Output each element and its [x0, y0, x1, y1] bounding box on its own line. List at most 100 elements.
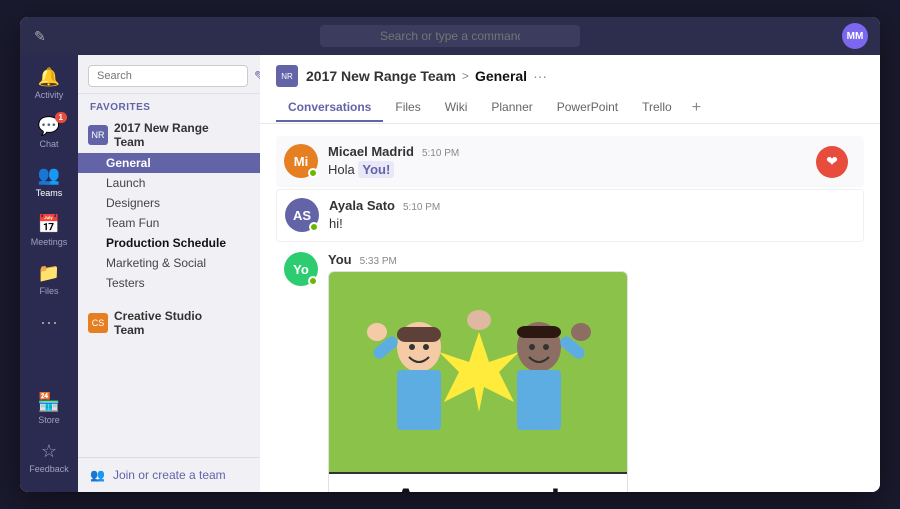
compose-icon[interactable]: ✎ — [34, 28, 46, 45]
chat-badge: 1 — [55, 112, 67, 123]
store-icon: 🏪 — [38, 392, 60, 413]
rail-item-store[interactable]: 🏪 Store — [25, 386, 73, 431]
message-group-1: Mi Micael Madrid 5:10 PM Hola You! — [276, 136, 864, 187]
sidebar: ✎ Favorites NR 2017 New Range Team ··· G… — [78, 55, 260, 492]
rail-label-feedback: Feedback — [29, 464, 69, 474]
rail-item-files[interactable]: 📁 Files — [25, 257, 73, 302]
message-group-3: Yo You 5:33 PM — [276, 244, 864, 492]
rail-label-meetings: Meetings — [31, 237, 68, 247]
channel-list: General Launch Designers Team Fun Produc… — [78, 153, 260, 293]
rail-label-chat: Chat — [39, 139, 58, 149]
message-time-2: 5:10 PM — [403, 202, 440, 213]
channel-item-testers[interactable]: Testers — [78, 273, 260, 293]
message-content-2: Ayala Sato 5:10 PM hi! — [329, 198, 440, 233]
rail-label-store: Store — [38, 415, 60, 425]
message-time-3: 5:33 PM — [360, 256, 397, 267]
breadcrumb-channel-name: General — [475, 68, 527, 84]
rail-item-meetings[interactable]: 📅 Meetings — [25, 208, 73, 253]
rail-item-more[interactable]: ··· — [25, 306, 73, 339]
reaction-button-1[interactable]: ❤ — [816, 146, 848, 178]
files-icon: 📁 — [38, 263, 60, 284]
channel-item-teamfun[interactable]: Team Fun — [78, 213, 260, 233]
main-content: 🔔 Activity 1 💬 Chat 👥 Teams 📅 Meetings 📁… — [20, 55, 880, 492]
meme-container: Awesome! — [328, 271, 628, 492]
message-text-1: Hola You! — [328, 161, 459, 179]
team-item-new-range[interactable]: NR 2017 New Range Team ··· — [78, 117, 260, 153]
sidebar-header: ✎ — [78, 55, 260, 94]
chat-messages: Mi Micael Madrid 5:10 PM Hola You! — [260, 124, 880, 492]
message-author-2: Ayala Sato — [329, 198, 395, 213]
meme-svg — [329, 272, 628, 472]
join-team-label: Join or create a team — [113, 468, 226, 482]
chat-tabs: Conversations Files Wiki Planner PowerPo… — [276, 93, 864, 123]
message-text-2: hi! — [329, 215, 440, 233]
rail-label-files: Files — [39, 286, 58, 296]
user-avatar[interactable]: MM — [842, 23, 868, 49]
rail-item-activity[interactable]: 🔔 Activity — [25, 61, 73, 106]
chat-team-icon: NR — [276, 65, 298, 87]
sidebar-footer[interactable]: 👥 Join or create a team — [78, 457, 260, 492]
feedback-icon: ☆ — [41, 441, 57, 462]
channel-item-prodschedule[interactable]: Production Schedule — [78, 233, 260, 253]
rail-label-teams: Teams — [36, 188, 63, 198]
tab-planner[interactable]: Planner — [479, 94, 544, 122]
message-time-1: 5:10 PM — [422, 148, 459, 159]
channel-item-general[interactable]: General — [78, 153, 260, 173]
message-meta-3: You 5:33 PM — [328, 252, 628, 267]
more-icon: ··· — [40, 312, 58, 333]
status-indicator-you — [308, 276, 318, 286]
tab-powerpoint[interactable]: PowerPoint — [545, 94, 630, 122]
meme-image — [329, 272, 628, 472]
channel-item-designers[interactable]: Designers — [78, 193, 260, 213]
app-window: ✎ MM 🔔 Activity 1 💬 Chat 👥 Teams 📅 Me — [20, 17, 880, 492]
mention-you-1: You! — [358, 161, 394, 178]
chat-breadcrumb: 2017 New Range Team > General ··· — [306, 68, 547, 84]
team-item-creative[interactable]: CS Creative Studio Team ··· — [78, 305, 260, 341]
title-bar: ✎ MM — [20, 17, 880, 55]
icon-rail: 🔔 Activity 1 💬 Chat 👥 Teams 📅 Meetings 📁… — [20, 55, 78, 492]
message-body-1: Hola — [328, 162, 358, 177]
join-team-icon: 👥 — [90, 468, 105, 482]
rail-item-teams[interactable]: 👥 Teams — [25, 159, 73, 204]
message-content-1: Micael Madrid 5:10 PM Hola You! — [328, 144, 459, 179]
chat-area: NR 2017 New Range Team > General ··· Con… — [260, 55, 880, 492]
tab-files[interactable]: Files — [383, 94, 432, 122]
channel-item-marketing[interactable]: Marketing & Social — [78, 253, 260, 273]
rail-bottom: 🏪 Store ☆ Feedback — [20, 386, 78, 492]
message-group-2: AS Ayala Sato 5:10 PM hi! — [276, 189, 864, 242]
rail-item-feedback[interactable]: ☆ Feedback — [25, 435, 73, 480]
tab-wiki[interactable]: Wiki — [433, 94, 480, 122]
tab-trello[interactable]: Trello — [630, 94, 684, 122]
chat-header: NR 2017 New Range Team > General ··· Con… — [260, 55, 880, 124]
team-name-creative: Creative Studio Team — [114, 309, 230, 337]
breadcrumb-team-name: 2017 New Range Team — [306, 68, 456, 84]
meetings-icon: 📅 — [38, 214, 60, 235]
message-content-3: You 5:33 PM — [328, 252, 628, 492]
sidebar-section-label: Favorites — [78, 94, 260, 117]
tab-conversations[interactable]: Conversations — [276, 94, 383, 122]
status-indicator-ayala — [309, 222, 319, 232]
teams-icon: 👥 — [38, 165, 60, 186]
team-name-new-range: 2017 New Range Team — [114, 121, 230, 149]
message-author-1: Micael Madrid — [328, 144, 414, 159]
tab-add-button[interactable]: + — [684, 93, 709, 123]
avatar-ayala: AS — [285, 198, 319, 232]
breadcrumb-arrow-icon: > — [462, 69, 469, 83]
status-indicator-micael — [308, 168, 318, 178]
message-meta-2: Ayala Sato 5:10 PM — [329, 198, 440, 213]
rail-item-chat[interactable]: 1 💬 Chat — [25, 110, 73, 155]
rail-label-activity: Activity — [35, 90, 64, 100]
activity-icon: 🔔 — [38, 67, 60, 88]
avatar-you: Yo — [284, 252, 318, 286]
avatar-micael: Mi — [284, 144, 318, 178]
title-search-input[interactable] — [320, 25, 580, 47]
sidebar-search-input[interactable] — [88, 65, 248, 87]
meme-text: Awesome! — [329, 472, 627, 492]
message-meta-1: Micael Madrid 5:10 PM — [328, 144, 459, 159]
channel-item-launch[interactable]: Launch — [78, 173, 260, 193]
team-icon-creative: CS — [88, 313, 108, 333]
breadcrumb-ellipsis[interactable]: ··· — [533, 68, 547, 84]
chat-header-top: NR 2017 New Range Team > General ··· — [276, 65, 864, 87]
team-icon-new-range: NR — [88, 125, 108, 145]
message-author-3: You — [328, 252, 352, 267]
